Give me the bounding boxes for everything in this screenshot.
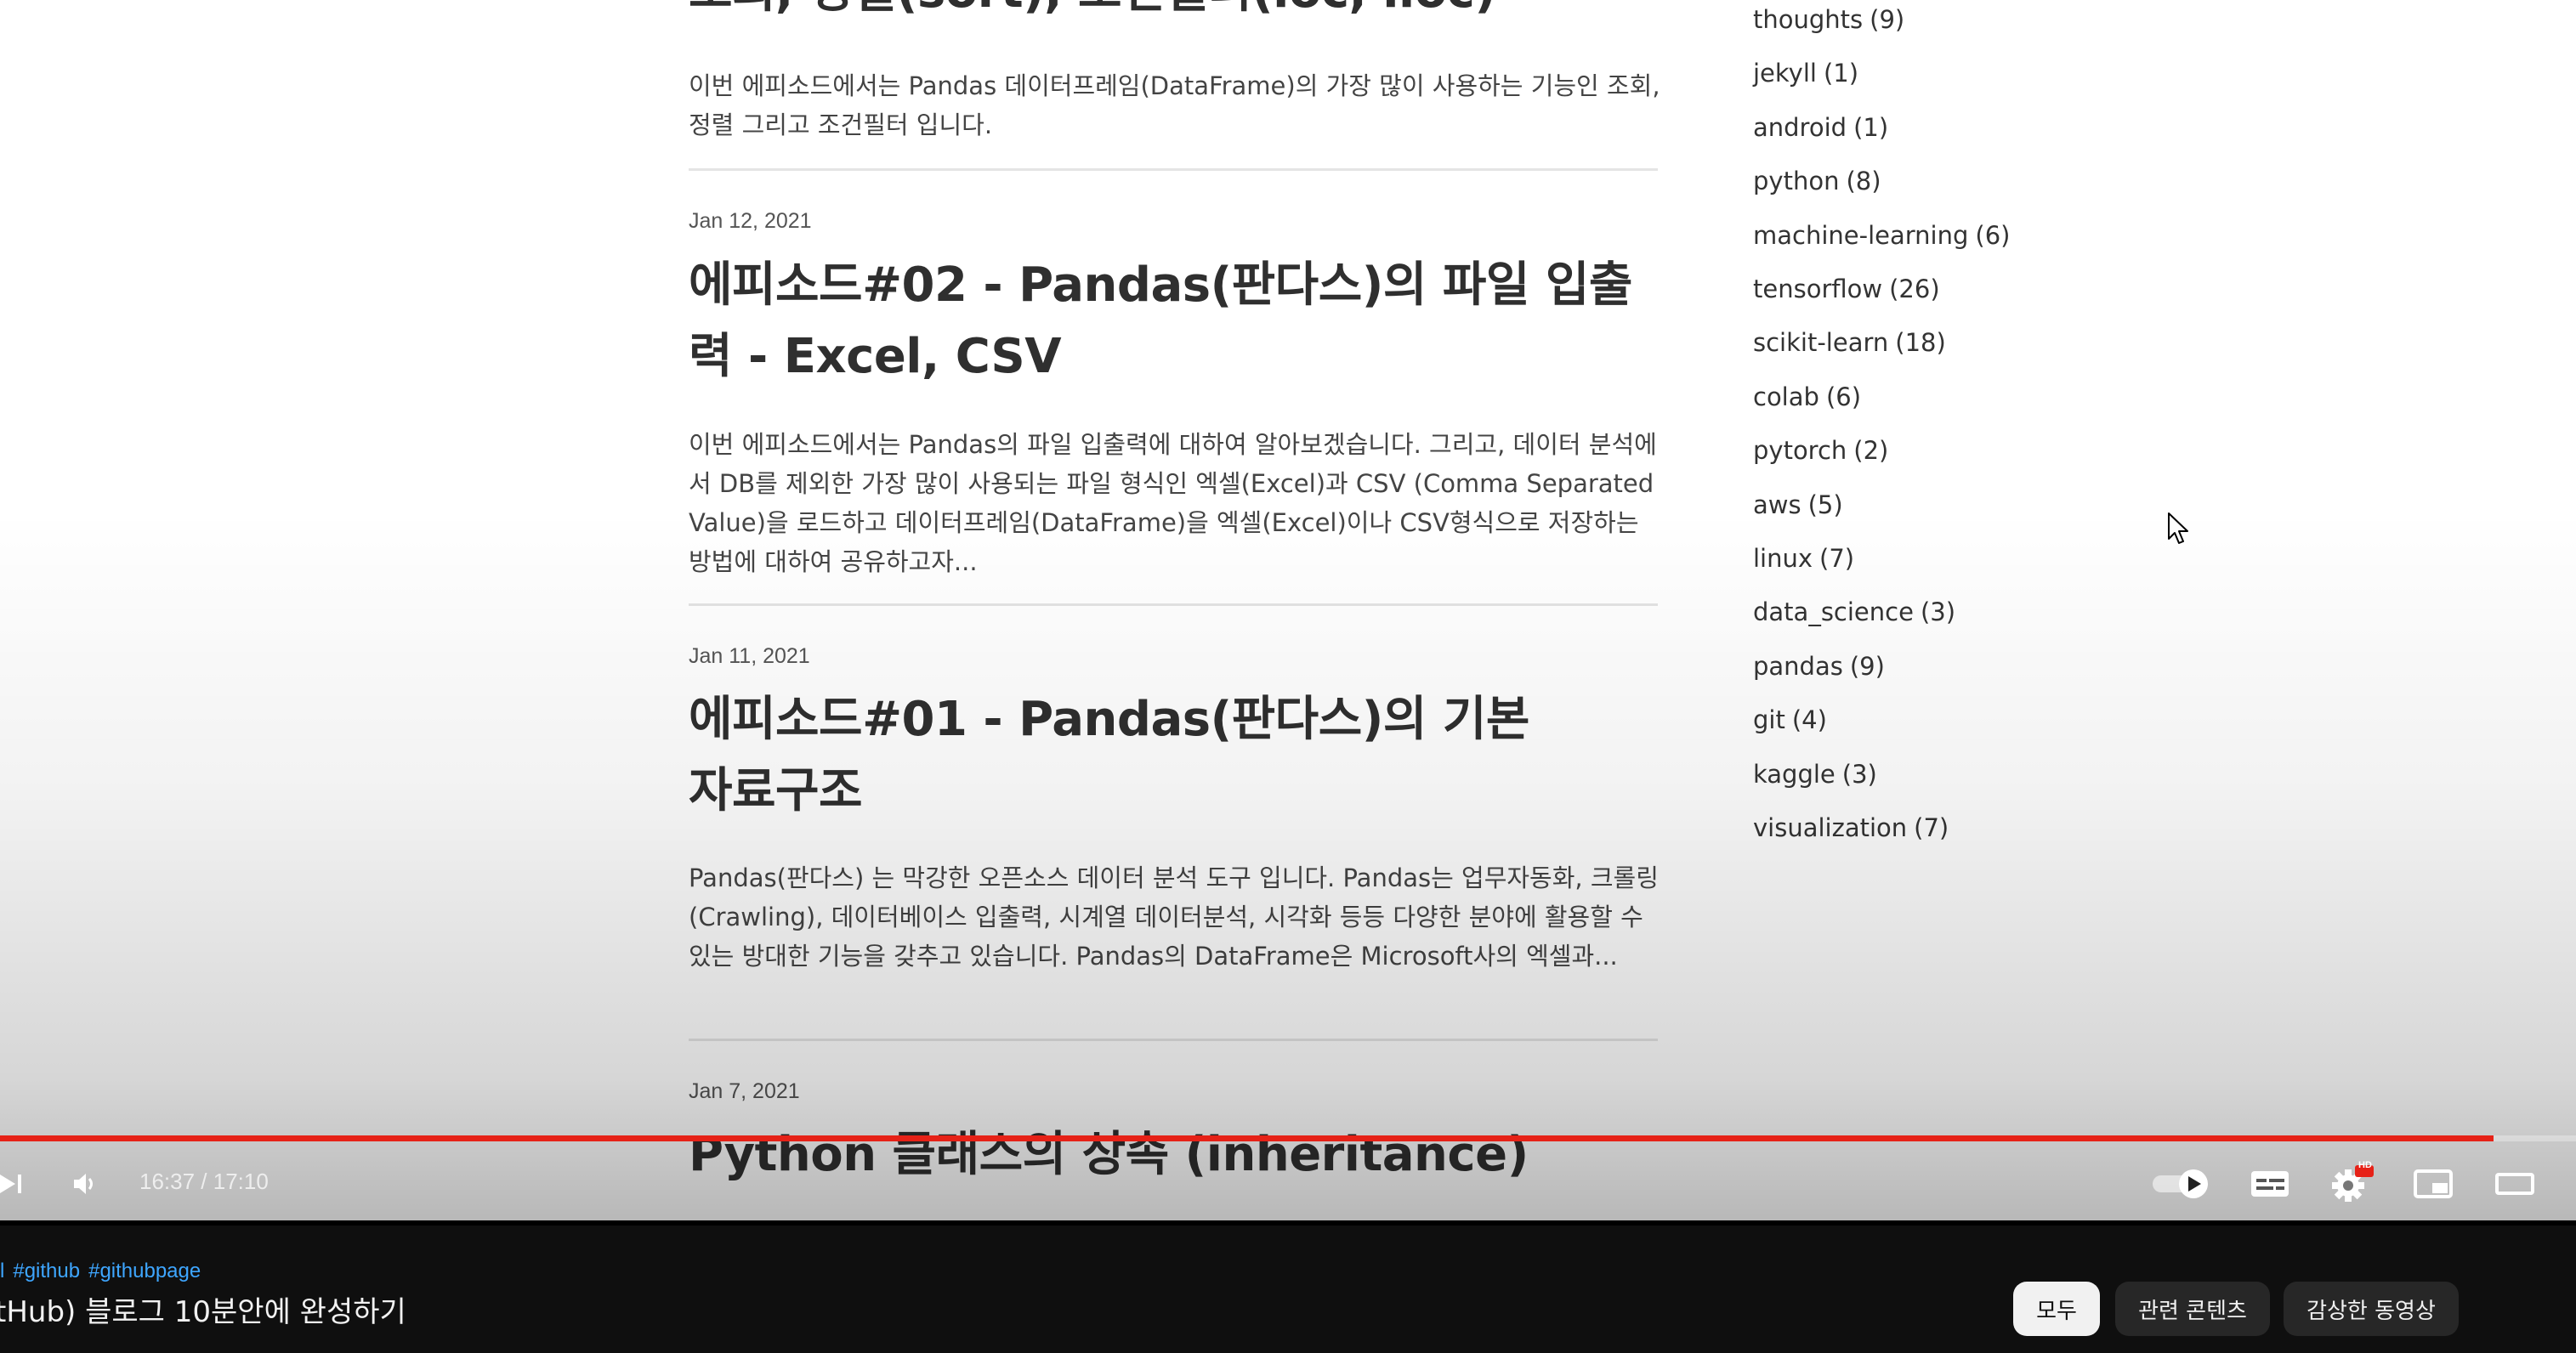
subtitles-icon [2251, 1171, 2289, 1197]
post-date: Jan 12, 2021 [689, 209, 812, 233]
progress-bar[interactable] [0, 1135, 2576, 1141]
tag-name: thoughts [1753, 5, 1864, 34]
tag-name: tensorflow [1753, 275, 1883, 303]
tag-link-kaggle[interactable]: kaggle (3) [1753, 760, 1877, 789]
tag-name: scikit-learn [1753, 328, 1889, 358]
hashtag-link[interactable]: l [0, 1260, 4, 1282]
tag-count: (9) [1849, 651, 1885, 681]
subtitles-button[interactable] [2244, 1147, 2295, 1220]
tag-link-tensorflow[interactable]: tensorflow (26) [1753, 275, 1940, 303]
player-controls: 16:37 / 17:10 HD [0, 1147, 2576, 1220]
tag-link-jekyll[interactable]: jekyll (1) [1753, 59, 1858, 88]
post-excerpt: 이번 에피소드에서는 Pandas의 파일 입출력에 대하여 알아보겠습니다. … [689, 430, 1657, 576]
theater-mode-icon [2495, 1173, 2534, 1195]
autoplay-toggle[interactable] [2149, 1147, 2217, 1220]
tag-count: (5) [1807, 490, 1843, 519]
autoplay-toggle-icon [2153, 1169, 2208, 1198]
post-title[interactable]: 에피소드#02 - Pandas(판다스)의 파일 입출력 - Excel, C… [689, 250, 1666, 393]
theater-mode-button[interactable] [2489, 1147, 2540, 1220]
next-icon [0, 1175, 21, 1193]
tag-name: kaggle [1753, 759, 1836, 789]
miniplayer-icon [2414, 1169, 2453, 1198]
chip-watched[interactable]: 감상한 동영상 [2284, 1282, 2459, 1336]
tag-link-colab[interactable]: colab (6) [1753, 382, 1861, 411]
tag-link-git[interactable]: git (4) [1753, 705, 1827, 734]
settings-button[interactable]: HD [2326, 1147, 2377, 1220]
tag-name: jekyll [1753, 59, 1817, 88]
tag-count: (2) [1853, 436, 1889, 466]
hashtag-link[interactable]: #githubpage [88, 1260, 201, 1282]
tag-link-aws[interactable]: aws (5) [1753, 490, 1843, 519]
tag-count: (6) [1975, 220, 2011, 250]
post-title[interactable]: 에피소드#01 - Pandas(판다스)의 기본 자료구조 [689, 684, 1539, 827]
tag-link-scikit-learn[interactable]: scikit-learn (18) [1753, 328, 1946, 357]
tag-count: (8) [1846, 167, 1881, 196]
tag-name: colab [1753, 382, 1819, 411]
tag-count: (3) [1920, 597, 1956, 627]
tag-name: git [1753, 705, 1785, 735]
post-date: Jan 11, 2021 [689, 644, 810, 668]
tag-link-thoughts[interactable]: thoughts (9) [1753, 5, 1904, 34]
post-divider [689, 168, 1658, 171]
tag-name: data_science [1753, 597, 1914, 627]
chip-related[interactable]: 관련 콘텐츠 [2115, 1282, 2270, 1336]
tag-count: (18) [1895, 328, 1946, 358]
miniplayer-button[interactable] [2408, 1147, 2459, 1220]
tag-count: (4) [1791, 705, 1827, 735]
tag-link-machine-learning[interactable]: machine-learning (6) [1753, 221, 2011, 250]
mouse-cursor-icon [2168, 512, 2188, 544]
tag-count: (26) [1889, 275, 1940, 303]
hd-badge: HD [2358, 1160, 2372, 1170]
time-display: 16:37 / 17:10 [139, 1169, 269, 1194]
tag-count: (6) [1825, 382, 1862, 411]
tag-count: (1) [1853, 112, 1889, 142]
next-button[interactable] [0, 1147, 29, 1220]
tag-name: linux [1753, 544, 1813, 573]
tag-link-pytorch[interactable]: pytorch (2) [1753, 436, 1888, 465]
tag-link-data-science[interactable]: data_science (3) [1753, 597, 1955, 626]
post-date: Jan 7, 2021 [689, 1079, 800, 1103]
hashtag-list: l #github #githubpage [0, 1260, 209, 1283]
separator [0, 1220, 2576, 1226]
tag-count: (7) [1914, 813, 1949, 842]
progress-played [0, 1135, 2494, 1141]
post-excerpt: 이번 에피소드에서는 Pandas 데이터프레임(DataFrame)의 가장 … [689, 71, 1660, 139]
video-info-area: l #github #githubpage tHub) 블로그 10분안에 완성하기… [0, 1220, 2576, 1353]
post-divider [689, 603, 1658, 606]
tag-name: aws [1753, 490, 1801, 519]
tag-name: pandas [1753, 651, 1843, 681]
volume-icon [74, 1174, 93, 1194]
tag-count: (1) [1823, 59, 1859, 88]
tag-name: python [1753, 167, 1840, 196]
tag-name: pytorch [1753, 436, 1847, 466]
tag-link-linux[interactable]: linux (7) [1753, 544, 1854, 573]
hashtag-link[interactable]: #github [13, 1260, 80, 1282]
tag-count: (9) [1870, 5, 1905, 34]
tag-count: (7) [1819, 544, 1855, 573]
chip-all[interactable]: 모두 [2013, 1282, 2100, 1336]
post-divider [689, 1039, 1658, 1041]
tag-link-visualization[interactable]: visualization (7) [1753, 813, 1949, 842]
video-title: tHub) 블로그 10분안에 완성하기 [0, 1295, 406, 1329]
post-excerpt: Pandas(판다스) 는 막강한 오픈소스 데이터 분석 도구 입니다. Pa… [689, 863, 1659, 971]
post-title[interactable]: 조회, 정렬(sort), 조건필터(loc, iloc) [689, 0, 1666, 27]
tag-name: android [1753, 112, 1847, 142]
tag-link-python[interactable]: python (8) [1753, 167, 1881, 195]
tag-name: machine-learning [1753, 220, 1969, 250]
video-frame[interactable]: 조회, 정렬(sort), 조건필터(loc, iloc) 이번 에피소드에서는… [0, 0, 2576, 1220]
tag-count: (3) [1841, 759, 1877, 789]
tag-link-android[interactable]: android (1) [1753, 113, 1888, 142]
tag-link-pandas[interactable]: pandas (9) [1753, 652, 1885, 681]
volume-button[interactable] [61, 1147, 109, 1220]
tag-name: visualization [1753, 813, 1908, 842]
